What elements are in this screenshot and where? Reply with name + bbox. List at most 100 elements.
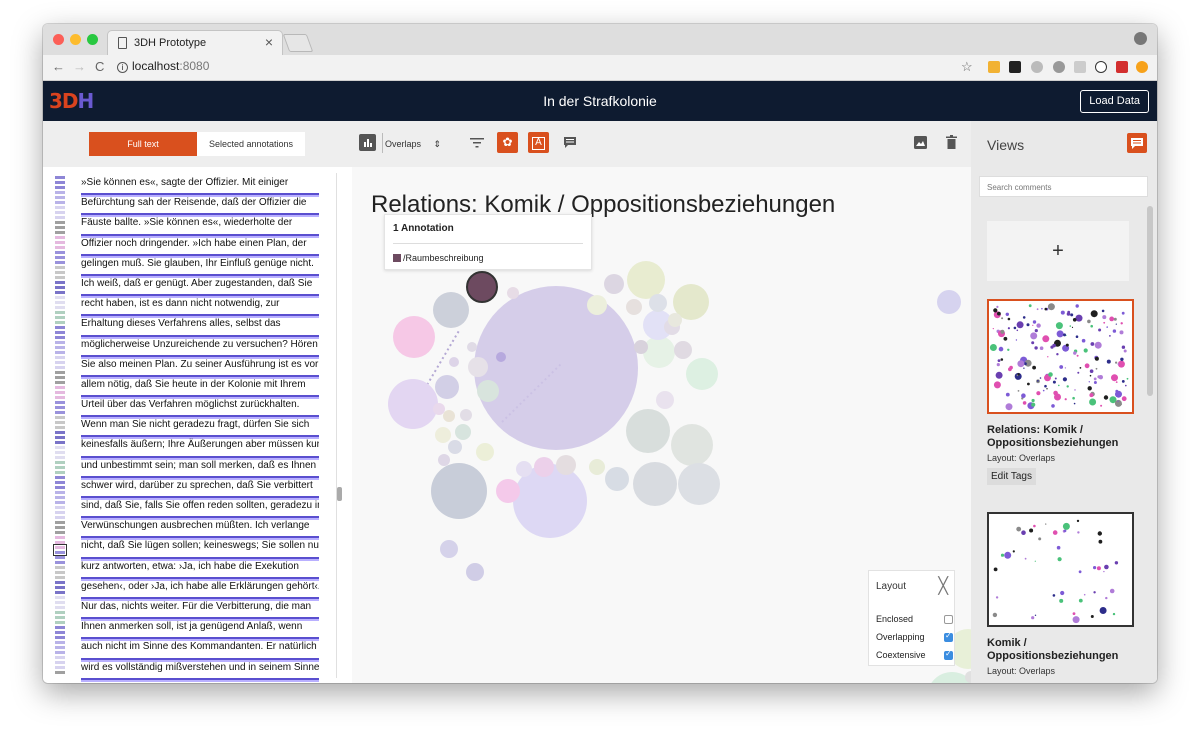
annotation-bubble[interactable] xyxy=(626,299,642,315)
maximize-window-button[interactable] xyxy=(87,34,98,45)
text-line[interactable]: Offizier noch dringender. »Ich habe eine… xyxy=(81,236,319,256)
bookmark-star-icon[interactable]: ☆ xyxy=(961,59,973,75)
annotation-bubble[interactable] xyxy=(605,467,629,491)
text-line[interactable]: keinesfalls äußern; Ihre Äußerungen aber… xyxy=(81,437,319,458)
annotation-bubble[interactable] xyxy=(468,357,488,377)
text-line[interactable]: gesehen‹, oder ›Ja, ich habe alle Erklär… xyxy=(81,579,319,599)
text-line[interactable]: Ihnen anmerken soll, ist ja genügend Anl… xyxy=(81,619,319,640)
layout-option-coextensive[interactable]: Coextensive xyxy=(876,649,953,660)
layout-option-enclosed[interactable]: Enclosed xyxy=(876,614,953,624)
annotation-bubble[interactable] xyxy=(927,672,971,683)
annotation-bubble[interactable] xyxy=(656,391,674,409)
settings-gear-icon[interactable]: ✿ xyxy=(497,132,518,153)
annotation-bubble[interactable] xyxy=(460,409,472,421)
minimize-window-button[interactable] xyxy=(70,34,81,45)
annotation-bubble[interactable] xyxy=(674,341,692,359)
layout-option-overlapping[interactable]: Overlapping xyxy=(876,631,953,642)
annotation-bubble[interactable] xyxy=(634,340,648,354)
trash-icon[interactable] xyxy=(946,135,957,154)
layout-select[interactable]: Overlaps ⇕ xyxy=(385,133,441,155)
annotation-bubble[interactable] xyxy=(474,286,638,450)
annotation-bubble[interactable] xyxy=(455,424,471,440)
extension-icon[interactable] xyxy=(1031,61,1043,73)
annotation-bubble[interactable] xyxy=(448,440,462,454)
text-line[interactable]: Erhaltung dieses Verfahrens alles, selbs… xyxy=(81,316,319,337)
text-line[interactable]: schwer wird, darüber zu sprechen, daß Si… xyxy=(81,478,319,498)
views-scrollbar[interactable] xyxy=(1147,206,1153,396)
text-line[interactable]: sind, daß Sie, falls Sie offen reden sol… xyxy=(81,498,319,519)
text-line[interactable]: und unbestimmt sein; man soll merken, da… xyxy=(81,458,319,478)
tab-selected-annotations[interactable]: Selected annotations xyxy=(197,132,305,156)
close-icon[interactable]: ╳ xyxy=(938,576,948,596)
comment-icon[interactable] xyxy=(563,136,577,154)
annotation-bubble[interactable] xyxy=(604,274,624,294)
extension-icon[interactable] xyxy=(988,61,1000,73)
selected-annotation-bubble[interactable] xyxy=(466,271,498,303)
annotation-bubble[interactable] xyxy=(643,336,675,368)
minimap-viewport[interactable] xyxy=(53,544,67,556)
annotation-bubble[interactable] xyxy=(476,443,494,461)
annotation-bubble[interactable] xyxy=(443,410,455,422)
text-line[interactable]: möglicherweise Unzureichende zu versuche… xyxy=(81,337,319,357)
close-window-button[interactable] xyxy=(53,34,64,45)
visualization-canvas[interactable]: Relations: Komik / Oppositionsbeziehunge… xyxy=(352,167,971,683)
overlapping-checkbox[interactable] xyxy=(944,631,953,642)
annotation-bubble[interactable] xyxy=(466,563,484,581)
filter-icon[interactable] xyxy=(470,136,484,154)
text-line[interactable]: Sie also meinen Plan. Zu seiner Ausführu… xyxy=(81,357,319,377)
annotate-icon[interactable]: A xyxy=(528,132,549,153)
annotation-bubble[interactable] xyxy=(633,462,677,506)
annotation-bubble[interactable] xyxy=(534,457,554,477)
text-line[interactable]: Wenn man Sie nicht geradezu fragt, dürfe… xyxy=(81,417,319,438)
tab-close-icon[interactable]: × xyxy=(265,34,273,50)
info-icon[interactable]: i xyxy=(117,62,128,73)
annotation-bubble[interactable] xyxy=(507,287,519,299)
tab-full-text[interactable]: Full text xyxy=(89,132,197,156)
annotation-bubble[interactable] xyxy=(435,427,451,443)
comment-icon[interactable] xyxy=(1127,133,1147,153)
view-thumbnail[interactable] xyxy=(987,299,1134,414)
text-line[interactable]: Fäuste ballte. »Sie können es«, wiederho… xyxy=(81,215,319,236)
view-card-title[interactable]: Relations: Komik / Oppositionsbeziehunge… xyxy=(987,424,1127,450)
back-icon[interactable]: ← xyxy=(52,59,65,74)
extension-icon[interactable] xyxy=(1136,61,1148,73)
search-comments-input[interactable]: Search comments xyxy=(979,176,1148,197)
annotation-minimap[interactable] xyxy=(55,176,65,676)
coextensive-checkbox[interactable] xyxy=(944,649,953,660)
annotation-bubble[interactable] xyxy=(467,342,477,352)
bar-chart-icon[interactable] xyxy=(359,134,376,151)
enclosed-checkbox[interactable] xyxy=(944,615,953,624)
annotation-bubble[interactable] xyxy=(587,295,607,315)
browser-tab[interactable]: 3DH Prototype × xyxy=(107,30,283,56)
annotation-bubble[interactable] xyxy=(388,379,438,429)
view-card-title[interactable]: Komik / Oppositionsbeziehungen xyxy=(987,637,1127,663)
annotation-bubble[interactable] xyxy=(438,454,450,466)
text-line[interactable]: Befürchtung sah der Reisende, daß der Of… xyxy=(81,195,319,216)
extension-icon[interactable] xyxy=(1095,61,1107,73)
image-icon[interactable] xyxy=(914,136,927,154)
annotation-bubble[interactable] xyxy=(668,313,682,327)
extension-icon[interactable] xyxy=(1116,61,1128,73)
annotation-bubble[interactable] xyxy=(589,459,605,475)
extension-icon[interactable] xyxy=(1074,61,1086,73)
annotation-bubble[interactable] xyxy=(516,461,532,477)
text-line[interactable]: Urteil über das Verfahren möglichst zurü… xyxy=(81,397,319,418)
annotation-bubble[interactable] xyxy=(435,375,459,399)
annotation-bubble[interactable] xyxy=(393,316,435,358)
annotation-bubble[interactable] xyxy=(627,261,665,299)
add-view-button[interactable]: + xyxy=(987,221,1129,281)
text-line[interactable]: Ich weiß, daß er genügt. Aber zugestande… xyxy=(81,276,319,297)
profile-icon[interactable] xyxy=(1134,32,1147,45)
text-line[interactable]: wird es vollständig mißverstehen und in … xyxy=(81,660,319,680)
annotation-bubble[interactable] xyxy=(678,463,720,505)
extension-icon[interactable] xyxy=(1009,61,1021,73)
text-line[interactable]: Nur das, nichts weiter. Für die Verbitte… xyxy=(81,599,319,620)
url-field[interactable]: i localhost:8080 xyxy=(117,59,209,73)
new-tab-button[interactable] xyxy=(282,34,314,52)
annotation-bubble[interactable] xyxy=(431,463,487,519)
text-line[interactable]: kurz antworten, etwa: ›Ja, ich habe die … xyxy=(81,559,319,579)
forward-icon[interactable]: → xyxy=(73,59,86,74)
text-line[interactable]: allem nötig, daß Sie heute in der Koloni… xyxy=(81,377,319,398)
load-data-button[interactable]: Load Data xyxy=(1080,90,1149,113)
annotation-bubble[interactable] xyxy=(477,380,499,402)
